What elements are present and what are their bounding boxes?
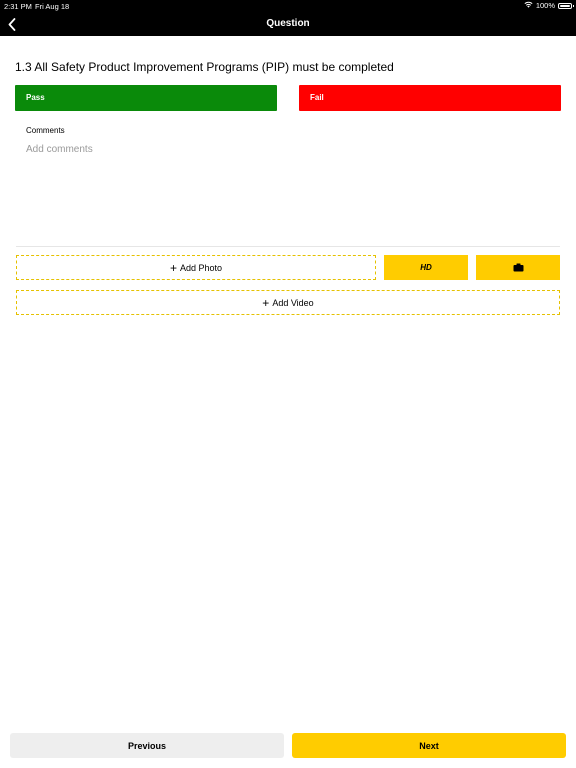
hd-label: HD [420,263,432,272]
page-title: Question [266,18,310,29]
question-text: 1.3 All Safety Product Improvement Progr… [15,60,394,74]
status-date: Fri Aug 18 [35,2,70,11]
divider [16,246,560,247]
fail-button[interactable]: Fail [299,85,561,111]
pass-button[interactable]: Pass [15,85,277,111]
camera-button[interactable] [476,255,560,280]
hd-button[interactable]: HD [384,255,468,280]
add-photo-label: Add Photo [179,262,223,273]
battery-percent: 100% [535,1,555,10]
battery-icon [558,2,574,9]
status-indicators: 100% [524,1,574,10]
camera-icon [513,263,523,272]
plus-icon: + [169,260,177,275]
status-bar: 2:31 PM Fri Aug 18 100% [0,0,576,12]
add-video-label: Add Video [272,297,314,308]
status-time: 2:31 PM [4,2,32,11]
add-video-button[interactable]: + Add Video [16,290,560,315]
add-photo-button[interactable]: + Add Photo [16,255,376,280]
wifi-icon [524,1,533,10]
next-button[interactable]: Next [292,733,566,758]
previous-button[interactable]: Previous [10,733,284,758]
comments-input[interactable] [16,140,560,242]
comments-label: Comments [26,126,65,135]
nav-bar: Question [0,12,576,36]
plus-icon: + [262,295,270,310]
